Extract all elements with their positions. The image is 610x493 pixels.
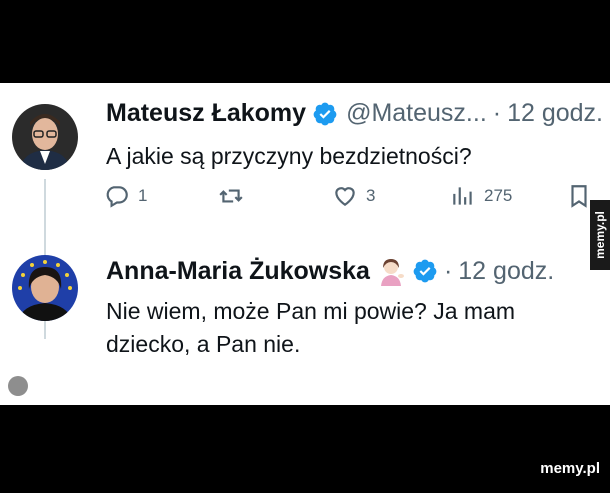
side-watermark-text: memy.pl bbox=[593, 211, 607, 259]
verified-badge-icon bbox=[412, 258, 438, 284]
reply-icon bbox=[106, 186, 128, 208]
like-icon bbox=[335, 187, 355, 206]
reply-button[interactable]: 1 bbox=[104, 183, 147, 209]
tweet-text: A jakie są przyczyny bezdzietności? bbox=[106, 143, 472, 169]
like-count: 3 bbox=[366, 186, 376, 205]
bookmark-button[interactable] bbox=[566, 183, 592, 209]
views-icon bbox=[453, 187, 472, 205]
author-name[interactable]: Anna-Maria Żukowska bbox=[106, 257, 370, 286]
person-tipping-hand-emoji-icon bbox=[376, 256, 406, 286]
user-account-icon bbox=[8, 376, 28, 396]
separator-dot: · bbox=[443, 256, 453, 285]
bottom-watermark: memy.pl bbox=[540, 460, 600, 477]
author-handle[interactable]: @Mateusz... bbox=[346, 99, 487, 128]
verified-badge-icon bbox=[312, 101, 338, 127]
timestamp[interactable]: 12 godz. bbox=[458, 257, 554, 286]
avatar-anna-maria[interactable] bbox=[12, 255, 78, 321]
reply-count: 1 bbox=[138, 186, 148, 205]
bookmark-icon bbox=[571, 185, 587, 208]
timestamp[interactable]: 12 godz. bbox=[507, 99, 603, 128]
author-name[interactable]: Mateusz Łakomy bbox=[106, 99, 306, 128]
retweet-button[interactable] bbox=[218, 183, 252, 209]
like-button[interactable]: 3 bbox=[332, 183, 375, 209]
avatar-mateusz[interactable] bbox=[12, 104, 78, 170]
views-button[interactable]: 275 bbox=[450, 183, 512, 209]
tweet-2[interactable]: Anna-Maria Żukowska · 12 godz. Nie wiem,… bbox=[0, 243, 610, 405]
side-watermark: memy.pl bbox=[590, 200, 610, 270]
tweet-text: Nie wiem, może Pan mi powie? Ja mam dzie… bbox=[106, 298, 516, 357]
tweet-actions: 1 3 275 bbox=[104, 183, 604, 213]
separator-dot: · bbox=[492, 99, 502, 127]
views-count: 275 bbox=[484, 186, 513, 205]
tweet-thread: Mateusz Łakomy @Mateusz... · 12 godz. A … bbox=[0, 83, 610, 405]
retweet-icon bbox=[219, 189, 243, 203]
tweet-1[interactable]: Mateusz Łakomy @Mateusz... · 12 godz. A … bbox=[0, 83, 610, 243]
